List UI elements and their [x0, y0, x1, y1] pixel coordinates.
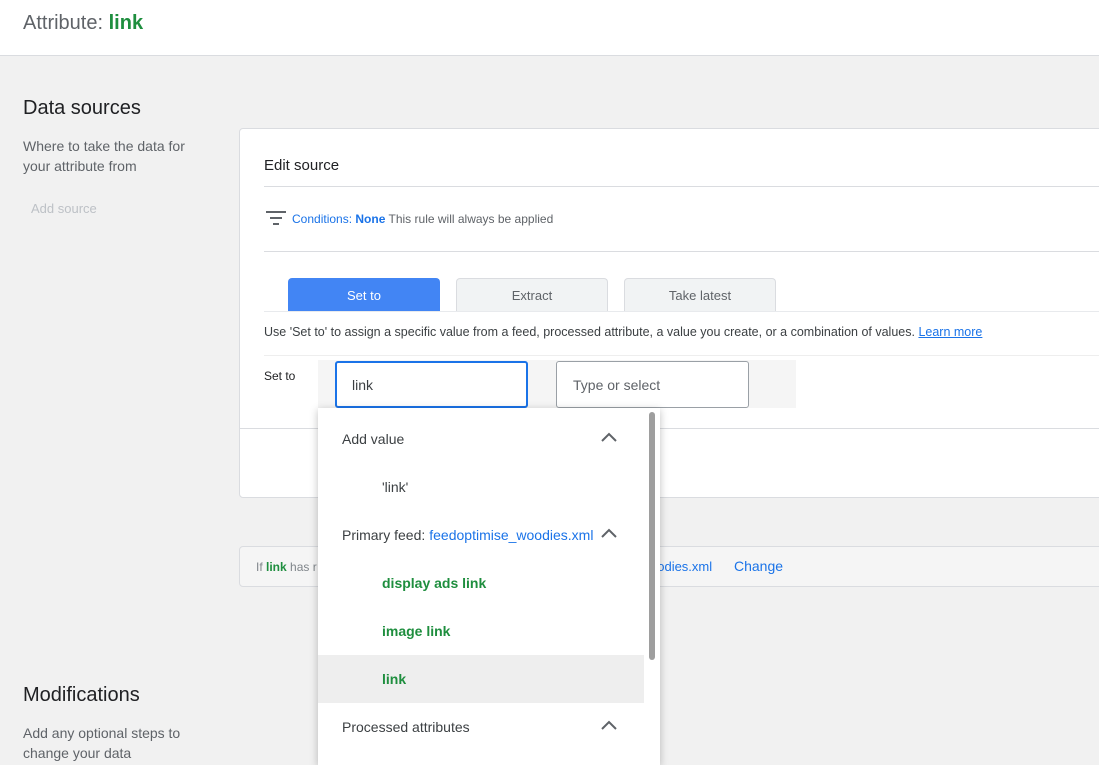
tab-set-to[interactable]: Set to: [288, 278, 440, 311]
dropdown-scrollbar[interactable]: [649, 412, 655, 660]
dropdown-group-add-value[interactable]: Add value: [318, 415, 644, 463]
data-sources-description: Where to take the data for your attribut…: [23, 138, 185, 174]
attribute-name: link: [108, 12, 144, 34]
tab-extract[interactable]: Extract: [456, 278, 608, 311]
add-source-button[interactable]: Add source: [31, 201, 97, 216]
data-sources-title: Data sources: [23, 97, 141, 119]
dropdown-group-primary-feed[interactable]: Primary feed: feedoptimise_woodies.xml: [318, 511, 644, 559]
type-or-select-input[interactable]: Type or select: [556, 361, 749, 408]
group-label: Primary feed:: [342, 527, 426, 543]
divider: [264, 251, 1099, 252]
divider: [264, 186, 1099, 187]
value-dropdown[interactable]: Add value 'link' Primary feed: feedoptim…: [318, 408, 660, 765]
dropdown-item-selected[interactable]: link: [318, 655, 644, 703]
page-header: Attribute: link: [0, 0, 1099, 56]
chevron-up-icon[interactable]: [600, 431, 618, 443]
chevron-up-icon[interactable]: [600, 527, 618, 539]
filter-icon[interactable]: [266, 211, 286, 225]
info-attr: link: [266, 560, 287, 574]
info-rest: has r: [290, 560, 317, 574]
dropdown-item[interactable]: 'link': [318, 463, 644, 511]
tab-take-latest[interactable]: Take latest: [624, 278, 776, 311]
group-label: Processed attributes: [342, 719, 470, 735]
set-to-input[interactable]: link: [335, 361, 528, 408]
feed-file-name: feedoptimise_woodies.xml: [429, 527, 594, 543]
change-link[interactable]: Change: [734, 558, 783, 574]
info-text: If link has r: [256, 560, 317, 574]
page-title: Attribute: link: [23, 12, 143, 35]
conditions-note: This rule will always be applied: [388, 212, 554, 226]
divider: [264, 355, 1099, 356]
conditions-summary[interactable]: Conditions: None This rule will always b…: [292, 212, 553, 226]
dropdown-item[interactable]: display ads link: [318, 559, 644, 607]
modifications-title: Modifications: [23, 684, 140, 706]
chevron-up-icon[interactable]: [600, 719, 618, 731]
set-to-help: Use 'Set to' to assign a specific value …: [264, 325, 982, 339]
info-if: If: [256, 560, 263, 574]
set-to-label: Set to: [264, 369, 296, 383]
learn-more-link[interactable]: Learn more: [918, 325, 982, 339]
edit-source-title: Edit source: [264, 157, 340, 174]
group-label: Add value: [342, 431, 405, 447]
dropdown-item[interactable]: image link: [318, 607, 644, 655]
conditions-label[interactable]: Conditions:: [292, 212, 352, 226]
title-prefix: Attribute:: [23, 12, 104, 34]
modifications-description: Add any optional steps to change your da…: [23, 725, 181, 761]
dropdown-group-processed[interactable]: Processed attributes: [318, 703, 644, 751]
tabs-underline: [264, 311, 1099, 312]
help-text: Use 'Set to' to assign a specific value …: [264, 325, 915, 339]
conditions-value[interactable]: None: [355, 212, 385, 226]
